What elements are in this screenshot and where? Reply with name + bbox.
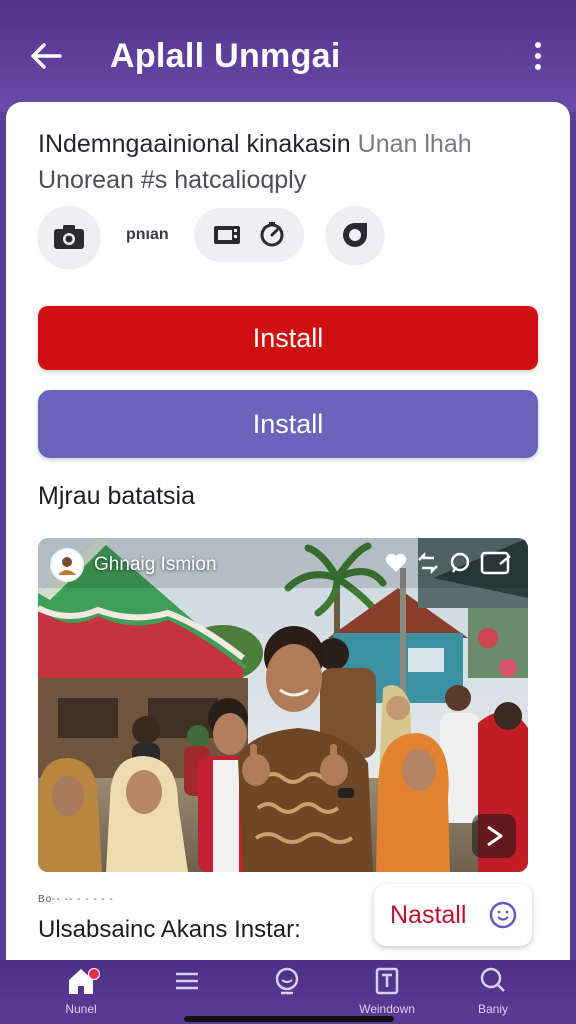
nastall-label: Nastall (390, 901, 467, 929)
content-card: INdemngaainional kinakasin Unan lhah Uno… (6, 102, 570, 982)
section-title: Mjrau batatsia (38, 482, 196, 510)
headline: INdemngaainional kinakasin Unan lhah (38, 130, 548, 159)
village-photo (38, 538, 528, 872)
share-icon[interactable] (480, 550, 514, 576)
nav-label-home: Nunel (65, 1002, 97, 1016)
media-header: Ghnaig Ismion (38, 538, 528, 584)
caption: Ulsabsainc Akans Instar: (38, 916, 301, 943)
shutter-icon (343, 223, 367, 247)
nav-item-chat[interactable]: Baniy (448, 966, 538, 1024)
install-secondary-button[interactable]: Install (38, 390, 538, 458)
headline-main: INdemngaainional kinakasin (38, 130, 351, 158)
arrow-left-icon (31, 43, 62, 69)
heart-icon[interactable] (384, 552, 408, 574)
action-icon-row: pnıan (38, 206, 558, 268)
timer-icon (260, 222, 284, 247)
media-username: Ghnaig Ismion (94, 554, 217, 575)
film-icon (214, 226, 240, 244)
play-button[interactable] (472, 814, 516, 858)
more-dot (535, 53, 541, 59)
media-post-image[interactable]: Ghnaig Ismion (38, 538, 528, 872)
document-icon (375, 967, 399, 995)
headline-muted: Unan lhah (350, 130, 472, 158)
more-options-button[interactable] (522, 36, 554, 76)
nav-label-document: Weindown (359, 1002, 415, 1016)
repost-icon[interactable] (416, 552, 440, 574)
avatar-portrait (58, 557, 76, 575)
comment-icon[interactable] (448, 551, 472, 575)
shutter-button[interactable] (326, 206, 384, 264)
camera-button[interactable] (38, 206, 100, 268)
media-tools-button[interactable] (194, 208, 304, 262)
subline: Unorean #s hatcalioqply (38, 166, 307, 194)
camera-icon (54, 225, 84, 249)
more-dot (535, 64, 541, 70)
smile-icon (488, 900, 518, 935)
caption-meta: Bo-- -- - - - - - (38, 894, 114, 905)
home-indicator (184, 1016, 394, 1022)
install-primary-button[interactable]: Install (38, 306, 538, 370)
nav-label-chat: Baniy (477, 1002, 509, 1016)
play-icon (487, 825, 503, 847)
menu-icon (176, 972, 198, 990)
media-actions (384, 550, 514, 576)
app-bar: Aplall Unmgai (0, 0, 576, 112)
nastall-button[interactable]: Nastall (374, 884, 532, 946)
more-vertical-icon (535, 42, 541, 48)
pill-label: pnıan (126, 226, 169, 243)
back-button[interactable] (24, 34, 68, 78)
app-title: Aplall Unmgai (110, 37, 341, 75)
assistant-icon (275, 967, 299, 995)
chat-search-icon (480, 967, 505, 992)
nav-item-home[interactable]: Nunel (36, 966, 126, 1024)
notification-badge (88, 968, 100, 980)
avatar[interactable] (50, 548, 84, 582)
bottom-navigation: Nunel Weindown Baniy (0, 960, 576, 1024)
